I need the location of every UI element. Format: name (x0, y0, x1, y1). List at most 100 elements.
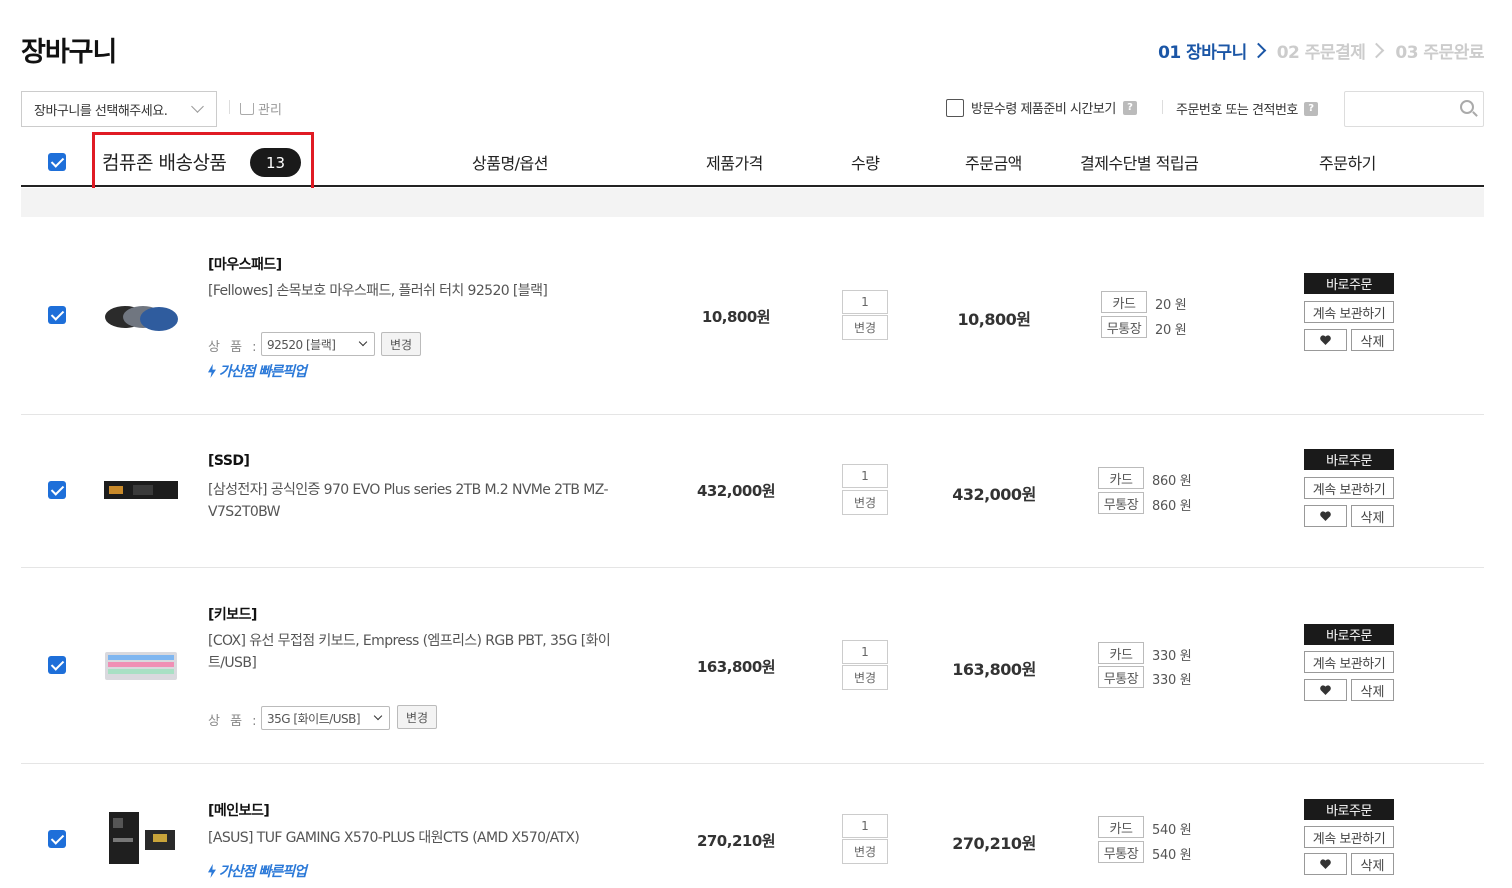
help-icon[interactable]: ? (1303, 101, 1318, 116)
header-price: 제품가격 (706, 154, 763, 173)
chevron-down-icon (358, 337, 368, 347)
buy-now-button[interactable]: 바로주문 (1304, 449, 1394, 470)
wishlist-button[interactable] (1304, 505, 1347, 527)
option-change-button[interactable]: 변경 (381, 332, 421, 356)
heart-icon (1320, 511, 1331, 521)
delete-button[interactable]: 삭제 (1351, 853, 1394, 875)
quantity-change-button[interactable]: 변경 (842, 315, 888, 340)
delete-button[interactable]: 삭제 (1351, 505, 1394, 527)
card-points: 540 원 (1152, 823, 1192, 838)
product-image-ssd[interactable] (103, 452, 179, 528)
bank-tag: 무통장 (1098, 492, 1144, 514)
item-price: 163,800원 (696, 658, 776, 676)
bank-tag: 무통장 (1098, 666, 1144, 688)
heart-icon (1320, 685, 1331, 695)
header-name: 상품명/옵션 (472, 154, 549, 173)
item-price: 432,000원 (696, 482, 776, 500)
item-category: [키보드] (208, 607, 257, 623)
card-points: 860 원 (1152, 474, 1192, 489)
item-name-link[interactable]: [삼성전자] 공식인증 970 EVO Plus series 2TB M.2 … (208, 479, 638, 523)
bank-tag: 무통장 (1101, 316, 1147, 338)
order-search-input[interactable] (1351, 92, 1461, 126)
header-total: 주문금액 (965, 154, 1022, 173)
item-name-link[interactable]: [Fellowes] 손목보호 마우스패드, 플러쉬 터치 92520 [블랙] (208, 280, 638, 302)
item-checkbox[interactable] (48, 306, 66, 324)
quantity-change-button[interactable]: 변경 (842, 839, 888, 864)
header-qty: 수량 (851, 154, 880, 173)
item-name-link[interactable]: [ASUS] TUF GAMING X570-PLUS 대원CTS (AMD X… (208, 827, 638, 849)
item-price: 270,210원 (696, 832, 776, 850)
buy-now-button[interactable]: 바로주문 (1304, 273, 1394, 294)
order-search-label: 주문번호 또는 견적번호 ? (1176, 99, 1318, 118)
cart-item-row: [메인보드] [ASUS] TUF GAMING X570-PLUS 대원CTS… (21, 764, 1484, 888)
wishlist-button[interactable] (1304, 329, 1347, 351)
option-select[interactable]: 92520 [블랙] (261, 332, 375, 356)
wishlist-button[interactable] (1304, 679, 1347, 701)
visit-pickup-checkbox[interactable]: 방문수령 제품준비 시간보기 ? (946, 98, 1137, 117)
item-name-link[interactable]: [COX] 유선 무접점 키보드, Empress (엠프리스) RGB PBT… (208, 630, 638, 674)
cart-select-dropdown[interactable]: 장바구니를 선택해주세요. (21, 91, 217, 127)
chevron-right-icon (1250, 42, 1266, 59)
option-label: 상 품 : (208, 340, 260, 355)
item-category: [마우스패드] (208, 257, 282, 273)
table-spacer (21, 188, 1484, 217)
order-search-box[interactable] (1344, 91, 1484, 127)
delete-button[interactable]: 삭제 (1351, 329, 1394, 351)
item-total: 270,210원 (952, 834, 1036, 853)
help-icon[interactable]: ? (1122, 100, 1137, 115)
item-checkbox[interactable] (48, 656, 66, 674)
keep-button[interactable]: 계속 보관하기 (1304, 651, 1394, 673)
keep-button[interactable]: 계속 보관하기 (1304, 826, 1394, 848)
header-order: 주문하기 (1319, 154, 1376, 173)
option-select[interactable]: 35G [화이트/USB] (261, 706, 390, 730)
cart-item-row: [마우스패드] [Fellowes] 손목보호 마우스패드, 플러쉬 터치 92… (21, 217, 1484, 415)
card-tag: 카드 (1098, 642, 1144, 664)
quantity-input[interactable]: 1 (842, 814, 888, 838)
product-image-mainboard[interactable] (103, 800, 179, 876)
quantity-input[interactable]: 1 (842, 640, 888, 664)
item-category: [메인보드] (208, 803, 270, 819)
checkout-steps: 01 장바구니 02 주문결제 03 주문완료 (1158, 38, 1484, 63)
bank-points: 540 원 (1152, 848, 1192, 863)
item-checkbox[interactable] (48, 830, 66, 848)
buy-now-button[interactable]: 바로주문 (1304, 624, 1394, 645)
pickup-label: 가산점 빠른픽업 (219, 364, 307, 380)
keep-button[interactable]: 계속 보관하기 (1304, 477, 1394, 499)
step-cart: 01 장바구니 (1158, 43, 1247, 63)
option-change-button[interactable]: 변경 (397, 705, 437, 729)
step-complete: 03 주문완료 (1395, 43, 1484, 63)
select-all-checkbox[interactable] (48, 153, 66, 171)
item-category: [SSD] (208, 453, 250, 469)
checkbox-unchecked[interactable] (946, 98, 964, 117)
delete-button[interactable]: 삭제 (1351, 679, 1394, 701)
page-title: 장바구니 (21, 37, 117, 68)
cart-select-label: 장바구니를 선택해주세요. (34, 103, 168, 119)
quantity-input[interactable]: 1 (842, 290, 888, 314)
visit-check-label: 방문수령 제품준비 시간보기 (971, 102, 1116, 117)
header-points: 결제수단별 적립금 (1080, 154, 1199, 173)
buy-now-button[interactable]: 바로주문 (1304, 799, 1394, 820)
search-icon[interactable] (1460, 100, 1474, 114)
item-total: 432,000원 (952, 485, 1036, 504)
item-total: 10,800원 (957, 310, 1031, 329)
chevron-down-icon (191, 100, 204, 113)
card-tag: 카드 (1098, 467, 1144, 489)
item-checkbox[interactable] (48, 481, 66, 499)
cart-item-row: [키보드] [COX] 유선 무접점 키보드, Empress (엠프리스) R… (21, 568, 1484, 764)
product-image-mousepad[interactable] (103, 277, 179, 353)
option-label: 상 품 : (208, 714, 260, 729)
bank-points: 860 원 (1152, 499, 1192, 514)
wishlist-button[interactable] (1304, 853, 1347, 875)
quantity-change-button[interactable]: 변경 (842, 490, 888, 515)
product-image-keyboard[interactable] (103, 628, 179, 704)
option-value: 92520 [블랙] (267, 337, 336, 352)
lightning-icon (208, 864, 216, 878)
manage-button[interactable]: 관리 (240, 99, 282, 118)
chevron-down-icon (373, 711, 383, 721)
quantity-input[interactable]: 1 (842, 464, 888, 488)
bank-points: 20 원 (1155, 323, 1187, 338)
quantity-change-button[interactable]: 변경 (842, 665, 888, 690)
cart-icon (240, 102, 254, 115)
keep-button[interactable]: 계속 보관하기 (1304, 301, 1394, 323)
pickup-label: 가산점 빠른픽업 (219, 864, 307, 880)
